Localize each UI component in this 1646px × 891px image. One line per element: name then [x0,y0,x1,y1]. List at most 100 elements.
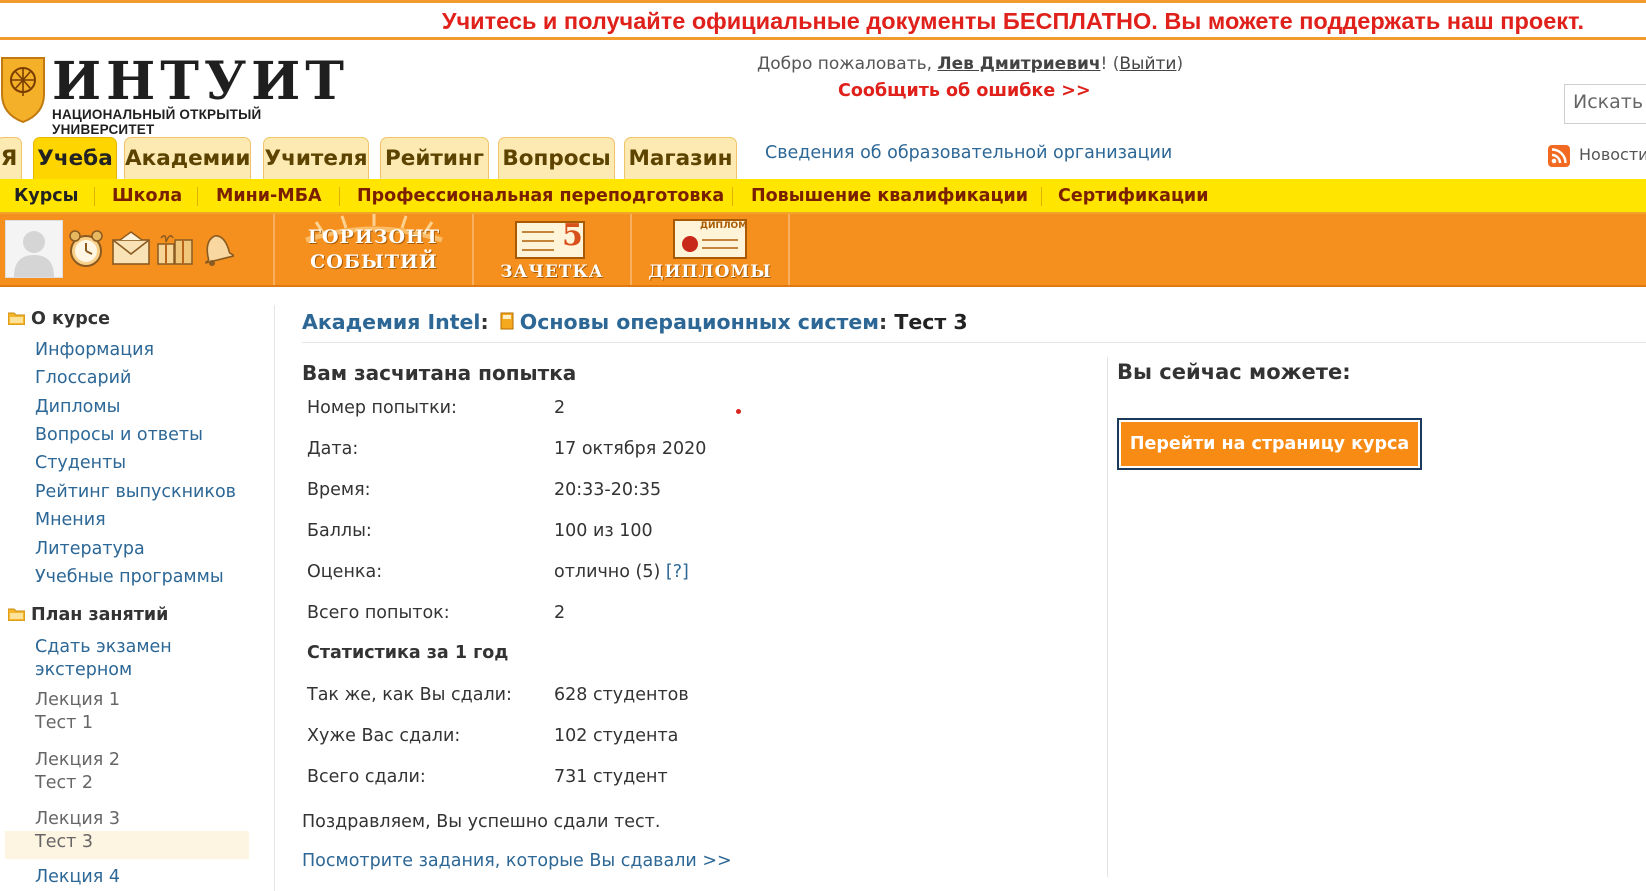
red-dot-marker [736,409,741,414]
time-value: 20:33-20:35 [554,480,662,500]
same-as-you-value: 628 студентов [554,685,689,705]
grade-value: отлично (5) [?] [554,562,689,582]
worse-than-you-label: Хуже Вас сдали: [307,726,461,746]
gradebook-label: ЗАЧЕТКА [500,262,604,282]
go-to-course-button[interactable]: Перейти на страницу курса [1117,418,1422,470]
time-label: Время: [307,480,371,500]
welcome-message: Добро пожаловать, Лев Дмитриевич! (Выйти… [757,54,1183,74]
subnav-mini-mba[interactable]: Мини-МБА [216,186,322,206]
same-as-you-label: Так же, как Вы сдали: [307,685,512,705]
bell-icon[interactable] [198,228,234,268]
search-input[interactable]: Искать [1564,84,1646,124]
breadcrumb-academy[interactable]: Академия Intel [302,310,480,334]
alarm-clock-icon[interactable] [66,228,106,270]
grade-label: Оценка: [307,562,383,582]
sidebar-item-external-exam-line2[interactable]: экстерном [35,660,132,680]
score-value: 100 из 100 [554,521,653,541]
sidebar-lecture-3[interactable]: Лекция 3 [35,809,120,829]
stats-title: Статистика за 1 год [307,643,509,663]
subnav-certifications[interactable]: Сертификации [1058,186,1208,206]
breadcrumb: Академия Intel: Основы операционных сист… [302,310,968,334]
score-label: Баллы: [307,521,372,541]
sidebar-item-diplomas[interactable]: Дипломы [35,397,120,417]
horizon-line2: СОБЫТИЙ [310,251,438,273]
breadcrumb-current: Тест 3 [894,310,968,334]
sidebar-test-2[interactable]: Тест 2 [35,773,93,793]
attempt-number-label: Номер попытки: [307,398,457,418]
sidebar-item-graduate-rating[interactable]: Рейтинг выпускников [35,482,236,502]
subnav-divider [732,187,733,206]
gradebook-button[interactable]: 5 ЗАЧЕТКА [474,214,630,285]
sub-navigation: Курсы Школа Мини-МБА Профессиональная пе… [0,179,1646,214]
site-header: ИНТУИТ НАЦИОНАЛЬНЫЙ ОТКРЫТЫЙ УНИВЕРСИТЕТ… [0,40,1646,137]
date-label: Дата: [307,439,359,459]
tab-academies[interactable]: Академии [124,137,251,179]
subnav-courses[interactable]: Курсы [14,186,78,206]
sidebar-item-glossary[interactable]: Глоссарий [35,368,131,388]
logout-link[interactable]: Выйти [1119,54,1176,74]
tab-study[interactable]: Учеба [33,137,117,179]
sidebar-item-students[interactable]: Студенты [35,453,126,473]
sidebar-lecture-1[interactable]: Лекция 1 [35,690,120,710]
breadcrumb-separator: : [480,310,489,334]
breadcrumb-course[interactable]: Основы операционных систем [520,310,879,334]
rss-icon[interactable] [1548,145,1570,167]
sidebar-item-qa[interactable]: Вопросы и ответы [35,425,203,445]
content-divider [302,342,1646,343]
sidebar-item-external-exam[interactable]: Сдать экзамен [35,637,172,657]
gifts-icon[interactable] [155,228,195,268]
site-logo[interactable]: ИНТУИТ НАЦИОНАЛЬНЫЙ ОТКРЫТЫЙ УНИВЕРСИТЕТ [0,54,345,137]
lesson-plan-heading[interactable]: План занятий [8,605,168,625]
tab-me[interactable]: Я [0,137,22,179]
about-course-label: О курсе [31,309,111,329]
folder-icon [8,608,25,621]
tab-rating[interactable]: Рейтинг [380,137,489,179]
gradebook-number: 5 [562,218,583,253]
sidebar-item-opinions[interactable]: Мнения [35,510,106,530]
sidebar-item-information[interactable]: Информация [35,340,154,360]
events-horizon-button[interactable]: ГОРИЗОНТ СОБЫТИЙ [276,214,472,285]
subnav-school[interactable]: Школа [112,186,182,206]
subnav-divider [339,187,340,206]
sidebar-lecture-2[interactable]: Лекция 2 [35,750,120,770]
logo-subtitle: НАЦИОНАЛЬНЫЙ ОТКРЫТЫЙ УНИВЕРСИТЕТ [52,107,262,137]
diplomas-button[interactable]: ДИПЛОМ ДИПЛОМЫ [632,214,788,285]
subnav-divider [197,187,198,206]
news-link[interactable]: Новости [1579,145,1646,164]
sidebar-item-curricula[interactable]: Учебные программы [35,567,224,587]
promo-banner: Учитесь и получайте официальные документ… [0,0,1646,40]
sidebar-test-3[interactable]: Тест 3 [35,832,93,852]
subnav-divider [1041,187,1042,206]
logo-title: ИНТУИТ [52,51,349,112]
grade-help-link[interactable]: [?] [666,562,689,582]
lesson-plan-label: План занятий [31,605,169,625]
total-passed-value: 731 студент [554,767,668,787]
user-name-link[interactable]: Лев Дмитриевич [937,54,1100,74]
report-error-link[interactable]: Сообщить об ошибке >> [838,81,1091,101]
book-icon [500,312,514,330]
total-passed-label: Всего сдали: [307,767,426,787]
tab-questions[interactable]: Вопросы [498,137,615,179]
tab-shop[interactable]: Магазин [624,137,737,179]
actions-divider [1107,357,1108,877]
sidebar-item-literature[interactable]: Литература [35,539,145,559]
tab-teachers[interactable]: Учителя [263,137,369,179]
edu-info-link[interactable]: Сведения об образовательной организации [765,143,1172,163]
diploma-badge: ДИПЛОМ [700,221,748,231]
horizon-sunrise-icon [305,214,443,243]
toolbar-divider [273,214,275,285]
sidebar-test-1[interactable]: Тест 1 [35,713,93,733]
avatar[interactable] [5,220,63,278]
date-value: 17 октября 2020 [554,439,707,459]
about-course-heading[interactable]: О курсе [8,309,110,329]
subnav-retraining[interactable]: Профессиональная переподготовка [357,186,724,206]
folder-icon [8,312,25,325]
sidebar-lecture-4[interactable]: Лекция 4 [35,867,120,887]
view-tasks-link[interactable]: Посмотрите задания, которые Вы сдавали >… [302,851,732,871]
welcome-prefix: Добро пожаловать, [757,54,938,74]
total-attempts-label: Всего попыток: [307,603,450,623]
envelope-icon[interactable] [110,228,152,268]
worse-than-you-value: 102 студента [554,726,679,746]
subnav-qualification[interactable]: Повышение квалификации [751,186,1028,206]
grade-text: отлично (5) [554,562,661,582]
